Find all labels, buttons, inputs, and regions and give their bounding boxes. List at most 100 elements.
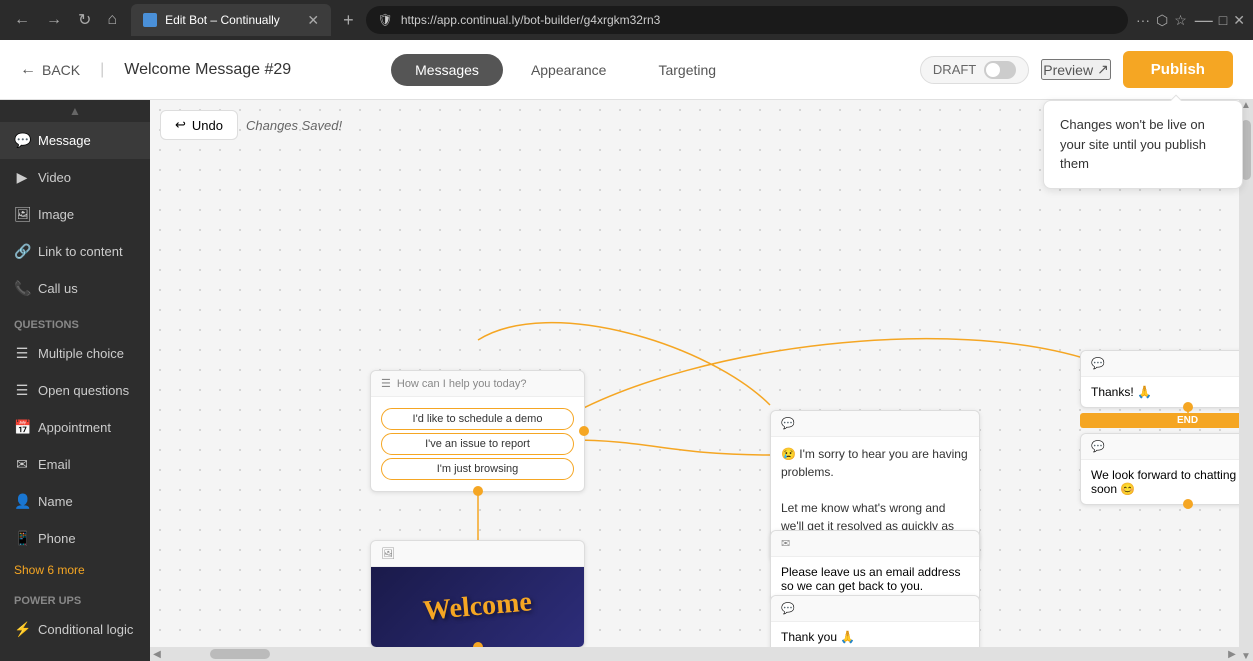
sidebar-item-label: Multiple choice <box>38 346 124 361</box>
draft-label: DRAFT <box>933 62 976 77</box>
address-bar[interactable]: 🛡 https://app.continual.ly/bot-builder/g… <box>366 6 1128 34</box>
scroll-left-arrow[interactable]: ◀ <box>150 647 164 661</box>
connector-bottom <box>473 486 483 496</box>
canvas-toolbar: ↩ Undo Changes Saved! <box>160 110 342 140</box>
browser-actions: ··· ⬡ ☆ <box>1136 12 1187 29</box>
sidebar-item-video[interactable]: ▶ Video <box>0 159 150 196</box>
sidebar-item-restart-chat[interactable]: ↩ Restart chat <box>0 648 150 661</box>
forward-nav-button[interactable]: → <box>40 7 68 33</box>
pocket-icon[interactable]: ⬡ <box>1156 12 1168 29</box>
thank-you-text: Thank you 🙏 <box>781 630 855 644</box>
more-options-icon[interactable]: ··· <box>1136 12 1150 28</box>
sidebar-item-label: Call us <box>38 281 78 296</box>
scroll-right-arrow[interactable]: ▶ <box>1225 647 1239 661</box>
tab-appearance[interactable]: Appearance <box>507 54 631 86</box>
node-list-icon: ☰ <box>381 377 391 390</box>
flow-canvas[interactable]: ☰ How can I help you today? I'd like to … <box>150 145 1239 647</box>
tab-close-button[interactable]: ✕ <box>307 12 319 29</box>
look-forward-node[interactable]: 💬 We look forward to chatting with you s… <box>1080 433 1239 505</box>
shield-icon: 🛡 <box>378 13 393 27</box>
publish-button[interactable]: Publish <box>1123 51 1233 88</box>
look-forward-text: We look forward to chatting with you soo… <box>1091 468 1239 496</box>
thank-you-node[interactable]: 💬 Thank you 🙏 <box>770 595 980 647</box>
browser-chrome: ← → ↻ ⌂ Edit Bot – Continually ✕ + 🛡 htt… <box>0 0 1253 40</box>
connector-right <box>579 426 589 436</box>
header-tabs: Messages Appearance Targeting <box>391 54 740 86</box>
sidebar-item-label: Phone <box>38 531 76 546</box>
sidebar-item-appointment[interactable]: 📅 Appointment <box>0 409 150 446</box>
sidebar-item-label: Message <box>38 133 91 148</box>
app-header: ← BACK | Welcome Message #29 Messages Ap… <box>0 40 1253 100</box>
browser-tab[interactable]: Edit Bot – Continually ✕ <box>131 4 331 36</box>
image-node[interactable]: 🖼 Welcome <box>370 540 585 647</box>
sidebar-item-phone[interactable]: 📱 Phone <box>0 520 150 557</box>
draft-toggle[interactable]: DRAFT <box>920 56 1029 84</box>
choice-issue-report[interactable]: I've an issue to report <box>381 433 574 455</box>
scroll-track-v[interactable] <box>1241 110 1251 651</box>
sidebar-item-call-us[interactable]: 📞 Call us <box>0 270 150 307</box>
thanks-node[interactable]: 💬 Thanks! 🙏 <box>1080 350 1239 408</box>
connector-bottom-thanks <box>1183 402 1193 412</box>
tab-targeting[interactable]: Targeting <box>634 54 740 86</box>
header-right: DRAFT Preview ↗ Publish <box>920 51 1233 88</box>
sidebar-item-link-to-content[interactable]: 🔗 Link to content <box>0 233 150 270</box>
name-icon: 👤 <box>14 493 30 510</box>
how-can-i-help-node[interactable]: ☰ How can I help you today? I'd like to … <box>370 370 585 492</box>
sidebar-scroll-up[interactable]: ▲ <box>0 100 150 122</box>
back-label: BACK <box>42 62 80 78</box>
window-close-icon[interactable]: ✕ <box>1233 12 1245 29</box>
undo-button[interactable]: ↩ Undo <box>160 110 238 140</box>
choice-browsing[interactable]: I'm just browsing <box>381 458 574 480</box>
thanks-icon: 💬 <box>1091 357 1105 370</box>
back-nav-button[interactable]: ← <box>8 7 36 33</box>
home-button[interactable]: ⌂ <box>101 7 123 33</box>
node-header-text: How can I help you today? <box>397 378 527 390</box>
sidebar-item-multiple-choice[interactable]: ☰ Multiple choice <box>0 335 150 372</box>
undo-label: Undo <box>192 118 223 133</box>
preview-button[interactable]: Preview ↗ <box>1041 59 1111 80</box>
email-request-node[interactable]: ✉ Please leave us an email address so we… <box>770 530 980 602</box>
minimize-icon[interactable]: — <box>1195 10 1213 31</box>
scroll-thumb-h[interactable] <box>210 649 270 659</box>
toggle-knob <box>986 63 1000 77</box>
look-forward-icon: 💬 <box>1091 440 1105 453</box>
canvas-scroll-horizontal[interactable]: ◀ ▶ <box>150 647 1239 661</box>
maximize-icon[interactable]: □ <box>1219 12 1227 28</box>
open-questions-icon: ☰ <box>14 382 30 399</box>
sidebar-item-message[interactable]: 💬 Message <box>0 122 150 159</box>
refresh-button[interactable]: ↻ <box>72 6 97 34</box>
back-arrow-icon: ← <box>20 61 36 79</box>
sidebar-item-label: Conditional logic <box>38 622 133 637</box>
changes-saved-text: Changes Saved! <box>246 118 342 133</box>
scroll-down-arrow[interactable]: ▼ <box>1241 651 1251 661</box>
sidebar-item-conditional-logic[interactable]: ⚡ Conditional logic <box>0 611 150 648</box>
appointment-icon: 📅 <box>14 419 30 436</box>
message-icon: 💬 <box>14 132 30 149</box>
image-node-icon: 🖼 <box>381 547 395 560</box>
toggle-switch[interactable] <box>984 61 1016 79</box>
multiple-choice-icon: ☰ <box>14 345 30 362</box>
connections-svg <box>150 145 1239 647</box>
sidebar-item-email[interactable]: ✉ Email <box>0 446 150 483</box>
back-button[interactable]: ← BACK <box>20 61 80 79</box>
end-badge-right: END <box>1080 413 1239 428</box>
tooltip-arrow <box>1168 93 1182 101</box>
publish-tooltip: Changes won't be live on your site until… <box>1043 100 1243 189</box>
tab-messages[interactable]: Messages <box>391 54 503 86</box>
preview-label: Preview <box>1043 62 1093 78</box>
header-divider: | <box>100 61 104 79</box>
email-icon: ✉ <box>14 456 30 473</box>
bookmark-icon[interactable]: ☆ <box>1174 12 1187 29</box>
link-icon: 🔗 <box>14 243 30 260</box>
sidebar-item-label: Name <box>38 494 73 509</box>
show-more-button[interactable]: Show 6 more <box>0 557 150 583</box>
sidebar-item-name[interactable]: 👤 Name <box>0 483 150 520</box>
image-icon: 🖼 <box>14 206 30 223</box>
new-tab-button[interactable]: + <box>339 6 358 35</box>
sidebar-item-image[interactable]: 🖼 Image <box>0 196 150 233</box>
thank-icon: 💬 <box>781 602 795 615</box>
url-text: https://app.continual.ly/bot-builder/g4x… <box>401 13 660 27</box>
choice-schedule-demo[interactable]: I'd like to schedule a demo <box>381 408 574 430</box>
sidebar-item-label: Link to content <box>38 244 123 259</box>
sidebar-item-open-questions[interactable]: ☰ Open questions <box>0 372 150 409</box>
